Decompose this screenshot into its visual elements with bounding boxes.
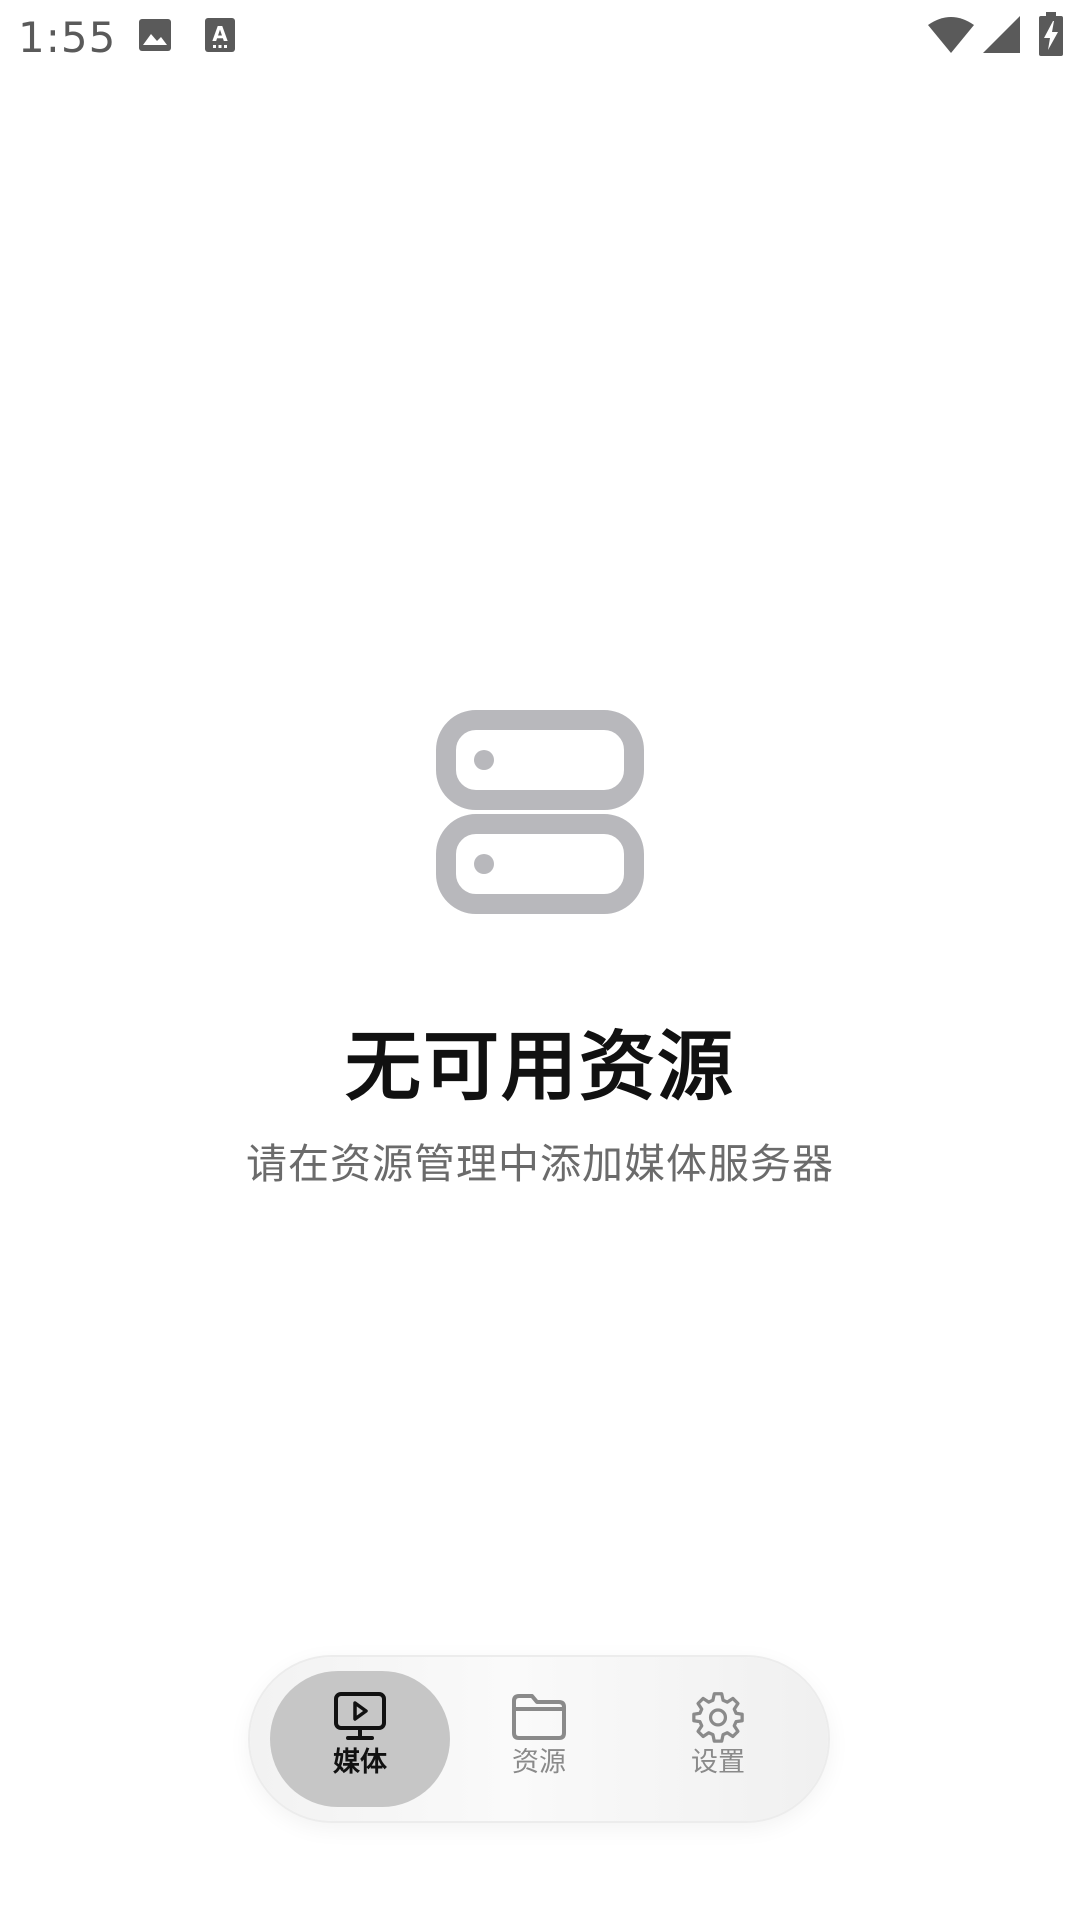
status-time: 1:55 [18, 13, 117, 62]
nav-label-media: 媒体 [333, 1747, 387, 1778]
image-icon [139, 19, 171, 51]
server-icon [436, 710, 644, 914]
nav-label-resources: 资源 [512, 1747, 566, 1778]
keyboard-a-icon: A [205, 18, 235, 52]
folder-icon [512, 1694, 566, 1740]
battery-charging-icon [1039, 12, 1063, 56]
app-screen: 1:55 A 无可用资源 请在资源管理中添加媒体服务器 媒体 资源 设置 [0, 0, 1080, 1920]
nav-label-settings: 设置 [691, 1747, 745, 1778]
empty-state-subtitle: 请在资源管理中添加媒体服务器 [246, 1140, 834, 1188]
monitor-play-icon [334, 1692, 386, 1740]
svg-text:A: A [212, 22, 228, 46]
nav-item-settings[interactable]: 设置 [628, 1671, 808, 1807]
empty-state-title: 无可用资源 [345, 1022, 735, 1111]
gear-icon [692, 1692, 744, 1743]
cell-signal-icon [983, 16, 1020, 53]
bottom-navigation-bar: 媒体 资源 设置 [250, 1657, 828, 1821]
nav-item-media[interactable]: 媒体 [270, 1671, 450, 1807]
nav-item-resources[interactable]: 资源 [449, 1671, 629, 1807]
empty-state: 无可用资源 请在资源管理中添加媒体服务器 [0, 700, 1080, 1192]
wifi-icon [928, 17, 974, 53]
status-bar: 1:55 A [0, 0, 1080, 80]
